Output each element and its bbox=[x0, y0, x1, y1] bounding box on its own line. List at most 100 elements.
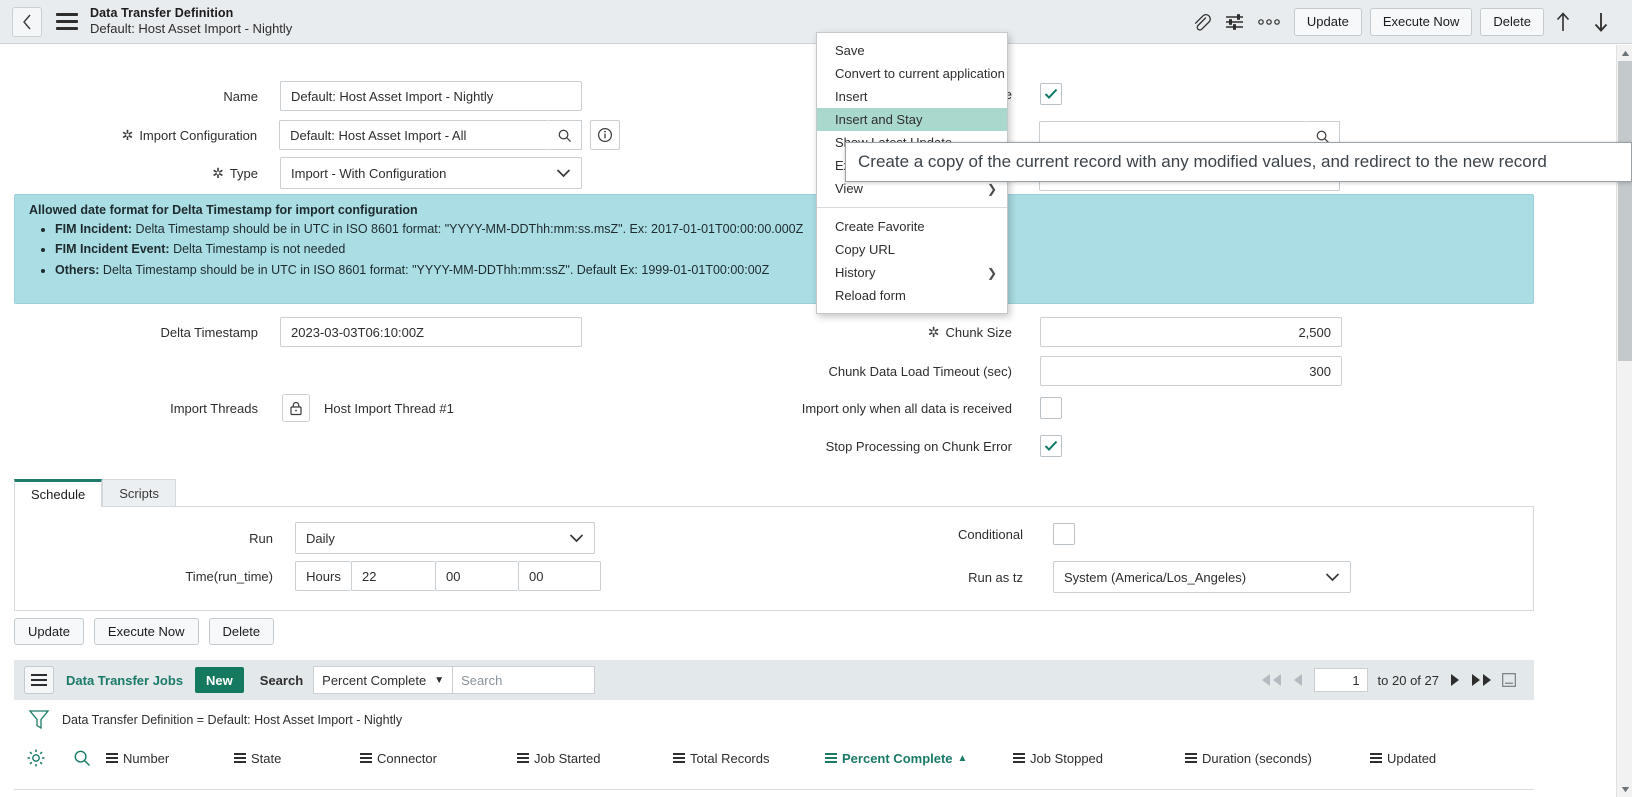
chunk-timeout-input[interactable]: 300 bbox=[1040, 356, 1342, 386]
tab-scripts[interactable]: Scripts bbox=[102, 479, 176, 507]
tab-schedule[interactable]: Schedule bbox=[14, 479, 103, 507]
form-delete-button[interactable]: Delete bbox=[208, 618, 275, 645]
search-icon bbox=[74, 750, 90, 766]
field-row-import-configuration: ✲ Import Configuration Default: Host Ass… bbox=[0, 120, 621, 150]
column-menu-icon bbox=[673, 753, 685, 763]
related-list-search-field-select[interactable]: Percent Complete ▼ bbox=[313, 666, 454, 694]
column-header-state[interactable]: State bbox=[234, 751, 360, 766]
field-row-stop-processing: Stop Processing on Chunk Error bbox=[780, 435, 1350, 457]
next-page-button[interactable] bbox=[1449, 673, 1460, 687]
menu-item-create-favorite[interactable]: Create Favorite bbox=[817, 215, 1007, 238]
menu-item-insert-and-stay[interactable]: Insert and Stay bbox=[817, 108, 1007, 131]
last-page-button[interactable] bbox=[1470, 673, 1492, 687]
field-row-import-only: Import only when all data is received bbox=[780, 397, 1350, 419]
hamburger-icon bbox=[56, 20, 78, 23]
list-filter-text[interactable]: Data Transfer Definition = Default: Host… bbox=[62, 713, 402, 727]
form-execute-now-button[interactable]: Execute Now bbox=[93, 618, 199, 645]
first-page-button[interactable] bbox=[1261, 673, 1283, 687]
hamburger-icon bbox=[56, 27, 78, 30]
menu-item-save[interactable]: Save bbox=[817, 39, 1007, 62]
import-only-checkbox[interactable] bbox=[1040, 397, 1062, 419]
type-select[interactable]: Import - With Configuration bbox=[280, 157, 582, 189]
column-header-label: Total Records bbox=[690, 750, 770, 766]
menu-item-history[interactable]: History ❯ bbox=[817, 261, 1007, 284]
attachment-button[interactable] bbox=[1184, 4, 1218, 40]
double-left-arrow-icon bbox=[1261, 674, 1281, 686]
run-select[interactable]: Daily bbox=[295, 522, 595, 554]
chevron-right-icon: ❯ bbox=[986, 265, 997, 280]
search-field-value: Percent Complete bbox=[322, 672, 427, 688]
run-time-hours-input[interactable]: 22 bbox=[351, 561, 435, 591]
back-button[interactable] bbox=[12, 6, 42, 37]
info-banner-item: FIM Incident: Delta Timestamp should be … bbox=[55, 221, 1519, 237]
column-header-updated[interactable]: Updated bbox=[1370, 751, 1436, 766]
scrollbar-thumb[interactable] bbox=[1618, 61, 1632, 361]
import-configuration-info-button[interactable] bbox=[590, 120, 621, 150]
related-list-menu-button[interactable] bbox=[24, 666, 54, 694]
import-only-label: Import only when all data is received bbox=[801, 400, 1012, 416]
run-time-label: Time(run_time) bbox=[185, 568, 273, 584]
search-icon bbox=[558, 129, 572, 142]
menu-item-copy-url[interactable]: Copy URL bbox=[817, 238, 1007, 261]
related-list-search-input[interactable]: Search bbox=[453, 666, 596, 694]
header-delete-button[interactable]: Delete bbox=[1480, 7, 1544, 36]
paperclip-icon bbox=[1194, 13, 1211, 31]
column-header-job-started[interactable]: Job Started bbox=[517, 751, 673, 766]
menu-item-label: View bbox=[835, 181, 863, 196]
info-banner-item-text: Delta Timestamp is not needed bbox=[169, 242, 346, 257]
column-menu-icon bbox=[106, 753, 118, 763]
run-time-minutes-input[interactable]: 00 bbox=[435, 561, 518, 591]
info-banner-item: Others: Delta Timestamp should be in UTC… bbox=[55, 262, 1519, 278]
stop-processing-checkbox[interactable] bbox=[1040, 435, 1062, 457]
column-header-total-records[interactable]: Total Records bbox=[673, 751, 825, 766]
chevron-down-icon bbox=[1325, 573, 1340, 582]
collapse-list-button[interactable] bbox=[1502, 673, 1516, 687]
scroll-up-button[interactable] bbox=[1617, 45, 1632, 61]
column-header-percent-complete[interactable]: Percent Complete ▲ bbox=[825, 751, 1013, 766]
funnel-icon[interactable] bbox=[28, 708, 50, 732]
info-banner-item-bold: FIM Incident Event: bbox=[55, 242, 170, 257]
delta-timestamp-input[interactable]: 2023-03-03T06:10:00Z bbox=[280, 317, 582, 347]
run-time-seconds-input[interactable]: 00 bbox=[518, 561, 601, 591]
related-list-title[interactable]: Data Transfer Jobs bbox=[66, 673, 183, 688]
next-record-button[interactable] bbox=[1582, 4, 1620, 40]
form-tabs: Schedule Scripts bbox=[14, 479, 176, 507]
info-banner-item: FIM Incident Event: Delta Timestamp is n… bbox=[55, 241, 1519, 257]
column-header-duration[interactable]: Duration (seconds) bbox=[1185, 751, 1370, 766]
new-record-button[interactable]: New bbox=[195, 667, 244, 693]
list-divider bbox=[14, 789, 1534, 790]
field-row-delta-timestamp: Delta Timestamp 2023-03-03T06:10:00Z bbox=[0, 317, 586, 347]
column-header-job-stopped[interactable]: Job Stopped bbox=[1013, 751, 1185, 766]
menu-item-reload-form[interactable]: Reload form bbox=[817, 284, 1007, 307]
list-search-toggle-button[interactable] bbox=[58, 749, 106, 767]
import-threads-lock-button[interactable] bbox=[282, 394, 310, 422]
menu-item-label: History bbox=[835, 265, 876, 280]
scroll-down-button[interactable] bbox=[1617, 781, 1632, 797]
form-context-menu-button[interactable] bbox=[56, 13, 78, 30]
list-settings-button[interactable] bbox=[14, 748, 58, 768]
name-input[interactable]: Default: Host Asset Import - Nightly bbox=[280, 81, 582, 111]
menu-item-insert[interactable]: Insert bbox=[817, 85, 1007, 108]
column-header-number[interactable]: Number bbox=[106, 751, 234, 766]
field-row-run: Run Daily bbox=[15, 522, 601, 554]
header-update-button[interactable]: Update bbox=[1293, 7, 1362, 36]
previous-record-button[interactable] bbox=[1544, 4, 1582, 40]
column-header-connector[interactable]: Connector bbox=[360, 751, 517, 766]
import-configuration-input[interactable]: Default: Host Asset Import - All bbox=[279, 120, 549, 150]
page-number-input[interactable]: 1 bbox=[1313, 668, 1368, 692]
run-as-tz-select[interactable]: System (America/Los_Angeles) bbox=[1053, 561, 1351, 593]
chunk-size-input[interactable]: 2,500 bbox=[1040, 317, 1342, 347]
related-list-search-label: Search bbox=[259, 672, 304, 688]
more-options-button[interactable] bbox=[1252, 4, 1286, 40]
header-execute-now-button[interactable]: Execute Now bbox=[1369, 7, 1473, 36]
active-checkbox[interactable] bbox=[1040, 83, 1062, 105]
chevron-down-icon bbox=[556, 169, 571, 178]
import-configuration-lookup-button[interactable] bbox=[548, 120, 583, 150]
menu-item-convert-to-current-application[interactable]: Convert to current application bbox=[817, 62, 1007, 85]
record-name-subtitle: Default: Host Asset Import - Nightly bbox=[90, 21, 293, 37]
pagination-range-text: to 20 of 27 bbox=[1377, 672, 1439, 688]
personalize-form-button[interactable] bbox=[1218, 4, 1252, 40]
conditional-checkbox[interactable] bbox=[1053, 523, 1075, 545]
previous-page-button[interactable] bbox=[1293, 673, 1304, 687]
form-update-button[interactable]: Update bbox=[14, 618, 84, 645]
